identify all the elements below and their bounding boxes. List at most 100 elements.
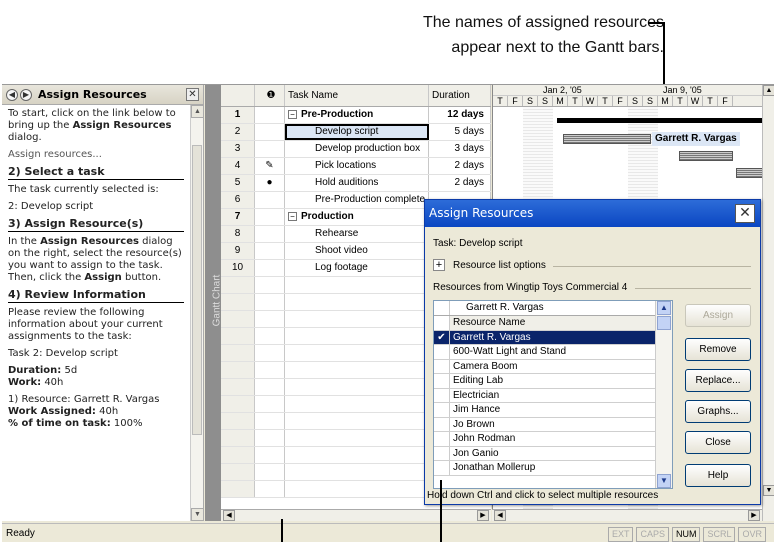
assign-resources-link[interactable]: Assign resources...	[8, 149, 184, 161]
close-icon[interactable]: ✕	[735, 204, 755, 223]
note-icon[interactable]: ✎	[265, 160, 273, 171]
back-icon[interactable]: ◀	[6, 88, 18, 101]
task-name-cell[interactable]: Shoot video	[285, 243, 429, 259]
collapse-icon[interactable]: −	[288, 212, 297, 221]
grid-horizontal-scrollbar[interactable]: ◀ ▶	[221, 509, 491, 521]
row-id: 9	[221, 243, 255, 259]
help-button[interactable]: Help	[685, 464, 751, 487]
task-name-cell[interactable]: − Production	[285, 209, 429, 225]
task-name-cell[interactable]: Log footage	[285, 260, 429, 276]
task-name-cell[interactable]: Pre-Production complete	[285, 192, 429, 208]
resource-row[interactable]: 600-Watt Light and Stand	[434, 345, 672, 360]
resource-list-options-link[interactable]: Resource list options	[453, 260, 546, 271]
section-4-heading: 4) Review Information	[8, 289, 184, 303]
day-label: S	[538, 96, 553, 106]
close-icon[interactable]: ✕	[186, 88, 199, 101]
resource-row[interactable]: Jonathan Mollerup	[434, 461, 672, 476]
task-name-cell[interactable]: − Pre-Production	[285, 107, 429, 123]
duration-cell[interactable]: 12 days	[429, 107, 491, 123]
resource-table[interactable]: Garrett R. Vargas Resource Name ✔ Garrett…	[433, 300, 673, 489]
indicators-column-header[interactable]: ❶	[255, 85, 285, 106]
summary-bar[interactable]	[557, 118, 762, 123]
duration-cell[interactable]: 5 days	[429, 124, 491, 140]
view-bar[interactable]: Gantt Chart	[205, 85, 222, 521]
table-row[interactable]: 4 ✎ Pick locations 2 days	[221, 158, 491, 175]
status-indicator-num: NUM	[671, 527, 701, 542]
scroll-down-icon[interactable]: ▼	[657, 474, 671, 488]
duration-cell[interactable]: 3 days	[429, 141, 491, 157]
people-icon[interactable]: ●	[266, 177, 272, 188]
resource-column-header[interactable]: Resource Name	[434, 316, 672, 331]
row-id: 4	[221, 158, 255, 174]
resource-edit-value[interactable]: Garrett R. Vargas	[450, 301, 544, 315]
scroll-left-icon[interactable]: ◀	[223, 510, 235, 521]
week-label: Jan 2, '05	[543, 85, 582, 95]
info-icon: ❶	[266, 90, 276, 101]
duration-column-header[interactable]: Duration	[429, 85, 491, 106]
scroll-down-icon[interactable]: ▼	[191, 508, 204, 521]
graphs-button[interactable]: Graphs...	[685, 400, 751, 423]
resource-row[interactable]: ✔ Garrett R. Vargas	[434, 330, 672, 345]
task-bar[interactable]	[679, 151, 733, 161]
resource-row[interactable]: Jim Hance	[434, 403, 672, 418]
task-name-cell[interactable]: Rehearse	[285, 226, 429, 242]
dialog-title-bar[interactable]: Assign Resources ✕	[425, 200, 760, 227]
table-row[interactable]: 3 Develop production box 3 days	[221, 141, 491, 158]
scroll-thumb[interactable]	[657, 316, 671, 330]
day-label: T	[703, 96, 718, 106]
status-indicator-ext: EXT	[607, 527, 634, 542]
remove-button[interactable]: Remove	[685, 338, 751, 361]
work-line: Work: 40h	[8, 377, 64, 388]
table-row[interactable]: 2 Develop script 5 days	[221, 124, 491, 141]
gantt-horizontal-scrollbar[interactable]: ◀ ▶	[492, 509, 762, 521]
task-name-cell[interactable]: Hold auditions	[285, 175, 429, 191]
timescale-major: Jan 2, '05 Jan 9, '05	[493, 85, 762, 96]
table-row[interactable]: 1 − Pre-Production 12 days	[221, 107, 491, 124]
replace-button[interactable]: Replace...	[685, 369, 751, 392]
status-indicator-scrl: SCRL	[703, 527, 736, 542]
duration-cell[interactable]: 2 days	[429, 158, 491, 174]
expand-icon[interactable]: +	[433, 259, 445, 271]
day-label: M	[658, 96, 673, 106]
row-indicator	[255, 226, 285, 242]
resource-edit-bar[interactable]: Garrett R. Vargas	[434, 301, 672, 316]
scroll-up-icon[interactable]: ▲	[763, 85, 774, 96]
forward-icon[interactable]: ▶	[20, 88, 32, 101]
resource-row[interactable]: Editing Lab	[434, 374, 672, 389]
id-column-header[interactable]	[221, 85, 255, 106]
scroll-down-icon[interactable]: ▼	[763, 485, 774, 496]
table-row[interactable]: 5 ● Hold auditions 2 days	[221, 175, 491, 192]
task-bar[interactable]	[736, 168, 762, 178]
collapse-icon[interactable]: −	[288, 110, 297, 119]
task-name-column-header[interactable]: Task Name	[285, 85, 429, 106]
duration-cell[interactable]: 2 days	[429, 175, 491, 191]
assign-button[interactable]: Assign	[685, 304, 751, 327]
task-name-cell[interactable]: Develop script	[285, 124, 429, 140]
gantt-vertical-scrollbar[interactable]: ▲ ▼	[762, 85, 774, 521]
task-name-cell[interactable]: Pick locations	[285, 158, 429, 174]
resource-label: Garrett R. Vargas	[652, 132, 740, 146]
scroll-left-icon[interactable]: ◀	[494, 510, 506, 521]
status-indicator-caps: CAPS	[636, 527, 669, 542]
task-name-cell[interactable]: Develop production box	[285, 141, 429, 157]
row-id: 6	[221, 192, 255, 208]
close-button[interactable]: Close	[685, 431, 751, 454]
resource-row[interactable]: Camera Boom	[434, 359, 672, 374]
row-indicator: ●	[255, 175, 285, 191]
scroll-up-icon[interactable]: ▲	[657, 301, 671, 315]
resource-row[interactable]: Jo Brown	[434, 417, 672, 432]
task-pane-scrollbar[interactable]: ▲ ▼	[190, 105, 204, 521]
row-indicator	[255, 209, 285, 225]
day-label: W	[583, 96, 598, 106]
resource-row[interactable]: Electrician	[434, 388, 672, 403]
resource-table-scrollbar[interactable]: ▲ ▼	[655, 301, 672, 488]
scroll-right-icon[interactable]: ▶	[477, 510, 489, 521]
scroll-thumb[interactable]	[192, 145, 202, 435]
scroll-right-icon[interactable]: ▶	[748, 510, 760, 521]
scroll-up-icon[interactable]: ▲	[191, 105, 204, 118]
resource-name: Garrett R. Vargas	[453, 331, 531, 343]
resource-row[interactable]: Jon Ganio	[434, 446, 672, 461]
row-id: 1	[221, 107, 255, 123]
task-bar[interactable]	[563, 134, 651, 144]
resource-row[interactable]: John Rodman	[434, 432, 672, 447]
